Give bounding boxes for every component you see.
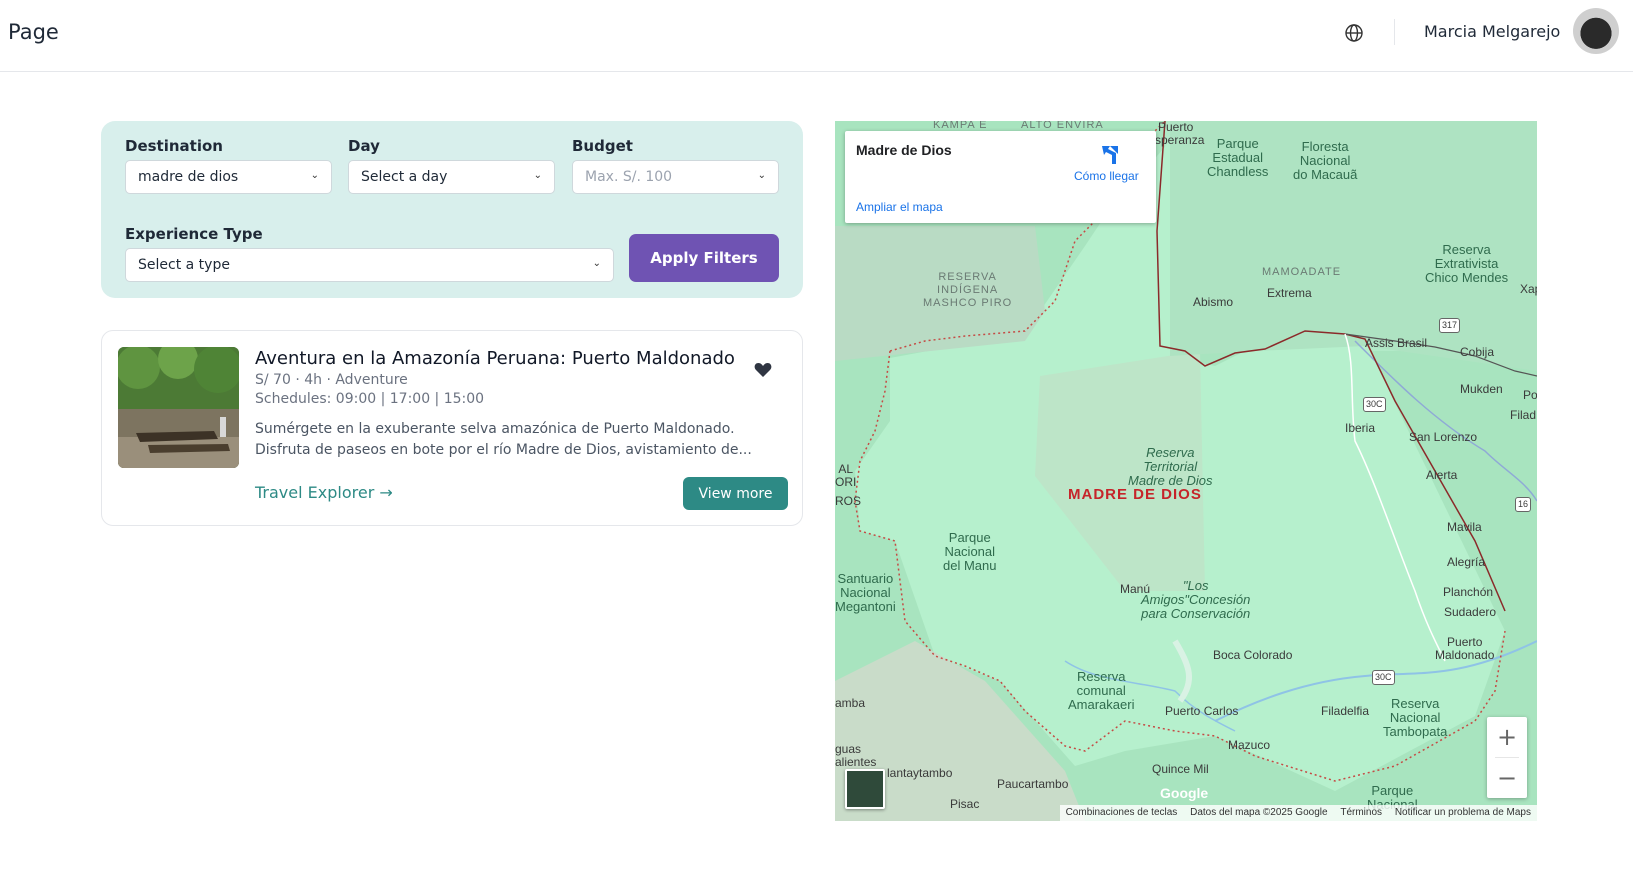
experience-image[interactable]	[118, 347, 239, 468]
header-divider	[1394, 19, 1395, 45]
heart-icon[interactable]	[753, 360, 773, 380]
google-logo: Google	[1160, 785, 1209, 801]
map-label: AL ORI	[835, 462, 857, 489]
map-label: "Los Amigos"Concesión para Conservación	[1141, 578, 1251, 621]
map-label: Reserva Extrativista Chico Mendes	[1425, 242, 1509, 285]
top-header: Page Marcia Melgarejo	[0, 0, 1633, 72]
map-label: Planchón	[1443, 585, 1494, 599]
map-label: amba	[835, 696, 866, 710]
zoom-out-button[interactable]: −	[1487, 758, 1527, 798]
filters-panel: Destination madre de dios ⌄ Day Select a…	[101, 121, 803, 298]
map-label: lantaytambo	[887, 766, 953, 780]
chevron-down-icon: ⌄	[592, 258, 601, 269]
map-label: Sudadero	[1444, 605, 1497, 619]
map-label: Xap	[1520, 282, 1537, 296]
map-label: Iberia	[1345, 421, 1376, 435]
experience-schedules: Schedules: 09:00 | 17:00 | 15:00	[255, 391, 485, 407]
place-info-card: Madre de Dios Cómo llegar Ampliar el map…	[845, 131, 1156, 223]
apply-filters-button[interactable]: Apply Filters	[629, 234, 779, 282]
day-label: Day	[348, 137, 380, 155]
map-label: Filad	[1510, 408, 1537, 422]
map-label: Parque Nacional del Manu	[943, 530, 997, 573]
map-label: Po	[1523, 388, 1537, 402]
budget-placeholder: Max. S/. 100	[585, 169, 673, 185]
report-problem-link[interactable]: Notificar un problema de Maps	[1395, 807, 1531, 818]
map-view[interactable]: KAMPA E ALTO ENVIRA Puerto Esperanza Par…	[835, 121, 1537, 821]
chevron-down-icon: ⌄	[310, 170, 319, 181]
brand-title[interactable]: Page	[8, 20, 59, 44]
route-shield: 16	[1515, 497, 1532, 512]
zoom-in-button[interactable]: +	[1487, 717, 1527, 757]
place-title: Madre de Dios	[856, 142, 952, 158]
map-label: Abismo	[1193, 295, 1234, 309]
avatar[interactable]	[1573, 8, 1619, 54]
enlarge-map-link[interactable]: Ampliar el mapa	[856, 200, 943, 214]
map-label: Mavila	[1447, 520, 1482, 534]
map-label: Alegría	[1447, 555, 1486, 569]
map-label: Mazuco	[1228, 738, 1271, 752]
destination-label: Destination	[125, 137, 223, 155]
experience-type-select[interactable]: Select a type ⌄	[125, 248, 614, 282]
map-attribution: Combinaciones de teclas Datos del mapa ©…	[1059, 805, 1537, 821]
experience-card: Aventura en la Amazonía Peruana: Puerto …	[101, 330, 803, 526]
zoom-controls: + −	[1487, 717, 1527, 798]
region-label: MADRE DE DIOS	[1068, 486, 1202, 503]
map-label: Cobija	[1460, 345, 1495, 359]
map-label: Puerto Carlos	[1165, 704, 1239, 718]
terms-link[interactable]: Términos	[1340, 807, 1382, 818]
map-label: Mukden	[1460, 382, 1503, 396]
keyboard-shortcuts-link[interactable]: Combinaciones de teclas	[1066, 807, 1178, 818]
view-more-button[interactable]: View more	[683, 477, 788, 510]
travel-explorer-link[interactable]: Travel Explorer →	[255, 483, 393, 502]
user-name[interactable]: Marcia Melgarejo	[1424, 22, 1560, 41]
directions-icon[interactable]	[1098, 144, 1122, 166]
map-label: guas alientes	[835, 742, 877, 769]
day-value: Select a day	[361, 169, 448, 185]
map-label: Alerta	[1426, 468, 1458, 482]
experience-description: Sumérgete en la exuberante selva amazóni…	[255, 421, 752, 458]
map-label: Assis Brasil	[1365, 336, 1428, 350]
map-label: Floresta Nacional do Macauã	[1293, 139, 1358, 182]
experience-meta: S/ 70 · 4h · Adventure	[255, 372, 408, 388]
budget-label: Budget	[572, 137, 633, 155]
day-select[interactable]: Select a day ⌄	[348, 160, 555, 194]
map-label: Reserva Nacional Tambopata	[1383, 696, 1448, 739]
map-label: Puerto Maldonado	[1435, 635, 1495, 662]
map-data-text: Datos del mapa ©2025 Google	[1190, 807, 1328, 818]
map-layer-toggle[interactable]	[845, 769, 885, 809]
budget-select[interactable]: Max. S/. 100 ⌄	[572, 160, 779, 194]
map-label: Quince Mil	[1152, 762, 1209, 776]
map-label: ROS	[835, 494, 862, 508]
map-label: Parque Estadual Chandless	[1207, 136, 1269, 179]
map-label: Pisac	[950, 797, 980, 811]
map-label: Boca Colorado	[1213, 648, 1293, 662]
experience-title[interactable]: Aventura en la Amazonía Peruana: Puerto …	[255, 348, 735, 369]
route-shield: 317	[1439, 318, 1461, 333]
chevron-down-icon: ⌄	[533, 170, 542, 181]
experience-type-label: Experience Type	[125, 225, 263, 243]
experience-type-value: Select a type	[138, 257, 230, 273]
map-label: San Lorenzo	[1409, 430, 1478, 444]
map-label: RESERVA INDÍGENA MASHCO PIRO	[923, 271, 1013, 309]
destination-value: madre de dios	[138, 169, 239, 185]
map-label: Santuario Nacional Megantoni	[835, 571, 896, 614]
map-label: Reserva comunal Amarakaeri	[1068, 669, 1135, 712]
map-label: Filadelfia	[1321, 704, 1370, 718]
map-label: MAMOADATE	[1262, 266, 1342, 278]
route-shield: 30C	[1363, 397, 1386, 412]
chevron-down-icon: ⌄	[757, 170, 766, 181]
destination-select[interactable]: madre de dios ⌄	[125, 160, 332, 194]
map-label: Extrema	[1267, 286, 1312, 300]
directions-link[interactable]: Cómo llegar	[1074, 169, 1139, 183]
globe-icon[interactable]	[1344, 23, 1364, 43]
map-label: Reserva Territorial Madre de Dios	[1128, 445, 1213, 488]
map-label: Paucartambo	[997, 777, 1069, 791]
route-shield: 30C	[1372, 670, 1395, 685]
